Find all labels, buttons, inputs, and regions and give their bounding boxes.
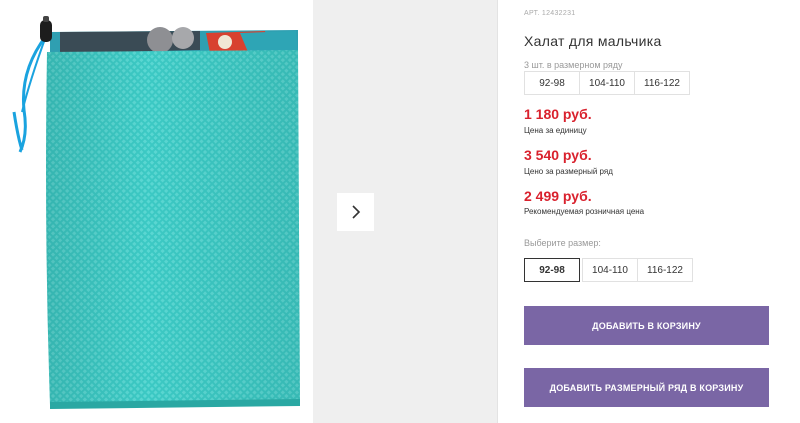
add-to-cart-button[interactable]: ДОБАВИТЬ В КОРЗИНУ <box>524 306 769 345</box>
size-option-116-122[interactable]: 116-122 <box>637 258 693 282</box>
product-title: Халат для мальчика <box>524 33 662 49</box>
chevron-right-icon <box>351 205 360 219</box>
mesh-bag-image <box>12 16 300 409</box>
product-info: АРТ. 12432231 Халат для мальчика 3 шт. в… <box>524 0 786 423</box>
retail-price: 2 499 руб. <box>524 188 592 204</box>
size-selector: 92-98 104-110 116-122 <box>524 258 693 282</box>
next-image-button[interactable] <box>337 193 374 231</box>
size-row-item: 104-110 <box>579 71 635 95</box>
product-gallery <box>0 0 497 423</box>
size-row-quantity-note: 3 шт. в размерном ряду <box>524 60 623 70</box>
article-number: АРТ. 12432231 <box>524 10 576 17</box>
unit-price: 1 180 руб. <box>524 106 592 122</box>
retail-price-label: Рекомендуемая розничная цена <box>524 207 645 216</box>
size-row-item: 92-98 <box>524 71 580 95</box>
unit-price-label: Цена за единицу <box>524 126 587 135</box>
size-row-list: 92-98 104-110 116-122 <box>524 71 690 95</box>
size-row-item: 116-122 <box>634 71 690 95</box>
product-photo[interactable] <box>0 0 313 423</box>
size-row-price-label: Цено за размерный ряд <box>524 167 613 176</box>
size-row-price: 3 540 руб. <box>524 147 592 163</box>
size-option-92-98[interactable]: 92-98 <box>524 258 580 282</box>
divider <box>497 0 498 423</box>
choose-size-label: Выберите размер: <box>524 238 601 248</box>
size-option-104-110[interactable]: 104-110 <box>582 258 638 282</box>
add-size-row-to-cart-button[interactable]: ДОБАВИТЬ РАЗМЕРНЫЙ РЯД В КОРЗИНУ <box>524 368 769 407</box>
